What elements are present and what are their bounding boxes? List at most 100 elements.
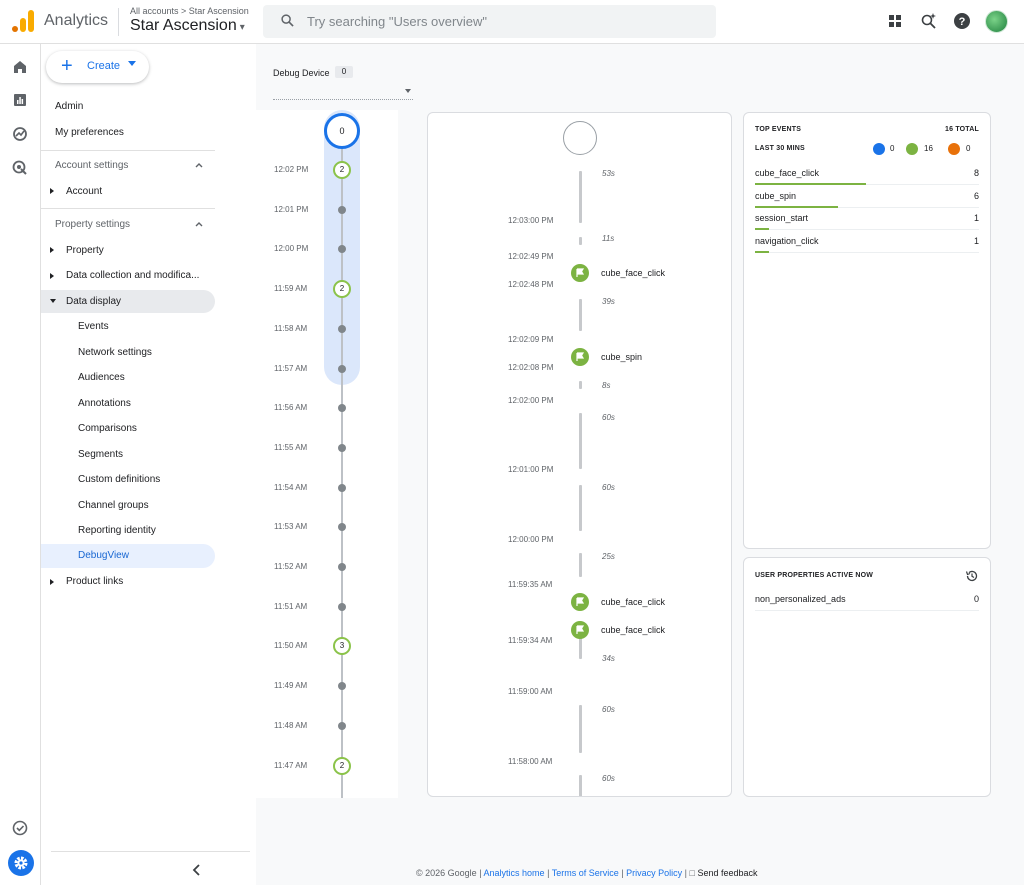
send-feedback-link[interactable]: Send feedback <box>697 868 757 878</box>
nav-debugview[interactable]: DebugView <box>78 550 129 561</box>
duration-segment <box>579 553 582 577</box>
minute-event-count[interactable]: 3 <box>333 637 351 656</box>
search-insights-icon[interactable] <box>920 12 938 30</box>
minute-event-count[interactable]: 2 <box>333 280 351 299</box>
nav-product-links[interactable]: Product links <box>66 576 123 587</box>
minute-row[interactable]: 11:58 AM <box>256 319 398 339</box>
chevron-left-icon[interactable] <box>191 863 203 877</box>
top-event-row[interactable]: cube_spin 6 <box>755 187 979 208</box>
minute-row[interactable]: 12:01 PM <box>256 200 398 220</box>
event-marker[interactable] <box>571 593 589 611</box>
section-title: Account settings <box>55 160 129 171</box>
debug-device-label: Debug Device <box>273 68 330 78</box>
timestamp-label: 11:58:00 AM <box>508 757 553 766</box>
nav-audiences[interactable]: Audiences <box>78 372 125 383</box>
admin-gear-button[interactable] <box>8 850 34 876</box>
search-input[interactable] <box>307 12 687 30</box>
minute-row[interactable]: 11:55 AM <box>256 438 398 458</box>
nav-data-collection[interactable]: Data collection and modifica... <box>66 270 199 281</box>
nav-annotations[interactable]: Annotations <box>78 398 131 409</box>
apps-grid-icon[interactable] <box>886 12 904 30</box>
nav-custom-definitions[interactable]: Custom definitions <box>78 474 160 485</box>
event-name[interactable]: cube_face_click <box>601 597 665 607</box>
minute-row[interactable]: 12:00 PM <box>256 239 398 259</box>
minute-row[interactable]: 11:48 AM <box>256 716 398 736</box>
nav-network-settings[interactable]: Network settings <box>78 347 152 358</box>
reports-icon[interactable] <box>11 91 29 109</box>
minute-dot[interactable] <box>338 205 346 214</box>
minute-dot[interactable] <box>338 721 346 730</box>
minute-row[interactable]: 11:57 AM <box>256 359 398 379</box>
minute-dot[interactable] <box>338 404 346 413</box>
user-property-row[interactable]: non_personalized_ads 0 <box>755 590 979 611</box>
event-name[interactable]: cube_face_click <box>601 625 665 635</box>
analytics-logo-icon[interactable] <box>12 10 34 32</box>
expand-arrow-icon <box>50 247 54 253</box>
minute-dot[interactable] <box>338 563 346 571</box>
expand-arrow-icon <box>50 273 54 279</box>
advertising-icon[interactable] <box>11 159 29 177</box>
minute-event-count[interactable]: 2 <box>333 756 351 775</box>
minute-time: 11:51 AM <box>274 601 308 611</box>
history-icon[interactable] <box>965 569 979 583</box>
minute-row[interactable]: 11:50 AM 3 <box>256 636 398 656</box>
minute-row[interactable]: 11:56 AM <box>256 398 398 418</box>
minute-time: 12:01 PM <box>274 204 309 214</box>
minute-row[interactable]: 12:02 PM 2 <box>256 160 398 180</box>
nav-channel-groups[interactable]: Channel groups <box>78 500 149 511</box>
nav-my-preferences[interactable]: My preferences <box>55 127 124 138</box>
timestamp-label: 12:03:00 PM <box>508 216 554 225</box>
event-marker[interactable] <box>571 348 589 366</box>
minute-row[interactable]: 11:47 AM 2 <box>256 756 398 776</box>
minute-dot[interactable] <box>338 324 346 333</box>
minute-row[interactable]: 11:53 AM <box>256 517 398 537</box>
help-icon[interactable]: ? <box>953 12 971 30</box>
minute-time: 11:59 AM <box>274 284 308 294</box>
minute-dot[interactable] <box>338 523 346 532</box>
top-event-row[interactable]: session_start 1 <box>755 209 979 230</box>
nav-admin[interactable]: Admin <box>55 101 83 112</box>
checklist-icon[interactable] <box>11 819 29 837</box>
minute-row[interactable]: 11:59 AM 2 <box>256 279 398 299</box>
top-event-row[interactable]: cube_face_click 8 <box>755 164 979 185</box>
property-picker[interactable]: Star Ascension ▾ <box>130 17 245 35</box>
analytics-home-link[interactable]: Analytics home <box>484 868 545 878</box>
minute-dot[interactable] <box>338 364 346 373</box>
terms-link[interactable]: Terms of Service <box>552 868 619 878</box>
current-minute-count[interactable]: 0 <box>324 113 360 149</box>
debug-device-select[interactable] <box>273 84 413 100</box>
minute-dot[interactable] <box>338 602 346 611</box>
minute-row[interactable]: 11:49 AM <box>256 676 398 696</box>
nav-segments[interactable]: Segments <box>78 449 123 460</box>
home-icon[interactable] <box>11 58 29 76</box>
create-button[interactable]: + Create <box>46 51 149 83</box>
timestamp-label: 12:02:09 PM <box>508 335 554 344</box>
event-name[interactable]: cube_spin <box>601 352 642 362</box>
nav-property[interactable]: Property <box>66 245 104 256</box>
divider <box>51 851 250 852</box>
minute-row[interactable]: 11:51 AM <box>256 597 398 617</box>
nav-data-display[interactable]: Data display <box>66 296 121 307</box>
event-name[interactable]: cube_face_click <box>601 268 665 278</box>
nav-comparisons[interactable]: Comparisons <box>78 423 137 434</box>
minute-dot[interactable] <box>338 443 346 452</box>
nav-reporting-identity[interactable]: Reporting identity <box>78 525 156 536</box>
privacy-link[interactable]: Privacy Policy <box>626 868 682 878</box>
top-event-row[interactable]: navigation_click 1 <box>755 232 979 253</box>
minute-dot[interactable] <box>338 483 346 492</box>
minute-dot[interactable] <box>338 245 346 254</box>
minute-row[interactable]: 11:54 AM <box>256 478 398 498</box>
search-bar[interactable] <box>263 5 716 38</box>
nav-events[interactable]: Events <box>78 321 109 332</box>
section-account-settings[interactable]: Account settings <box>41 155 215 177</box>
explore-icon[interactable] <box>11 125 29 143</box>
event-marker[interactable] <box>571 264 589 282</box>
avatar[interactable] <box>985 10 1008 33</box>
nav-account[interactable]: Account <box>66 186 102 197</box>
event-marker[interactable] <box>571 621 589 639</box>
minute-row[interactable]: 11:52 AM <box>256 557 398 577</box>
section-property-settings[interactable]: Property settings <box>41 214 215 236</box>
breadcrumb[interactable]: All accounts > Star Ascension <box>130 6 249 16</box>
minute-event-count[interactable]: 2 <box>333 161 351 179</box>
minute-dot[interactable] <box>338 682 346 691</box>
